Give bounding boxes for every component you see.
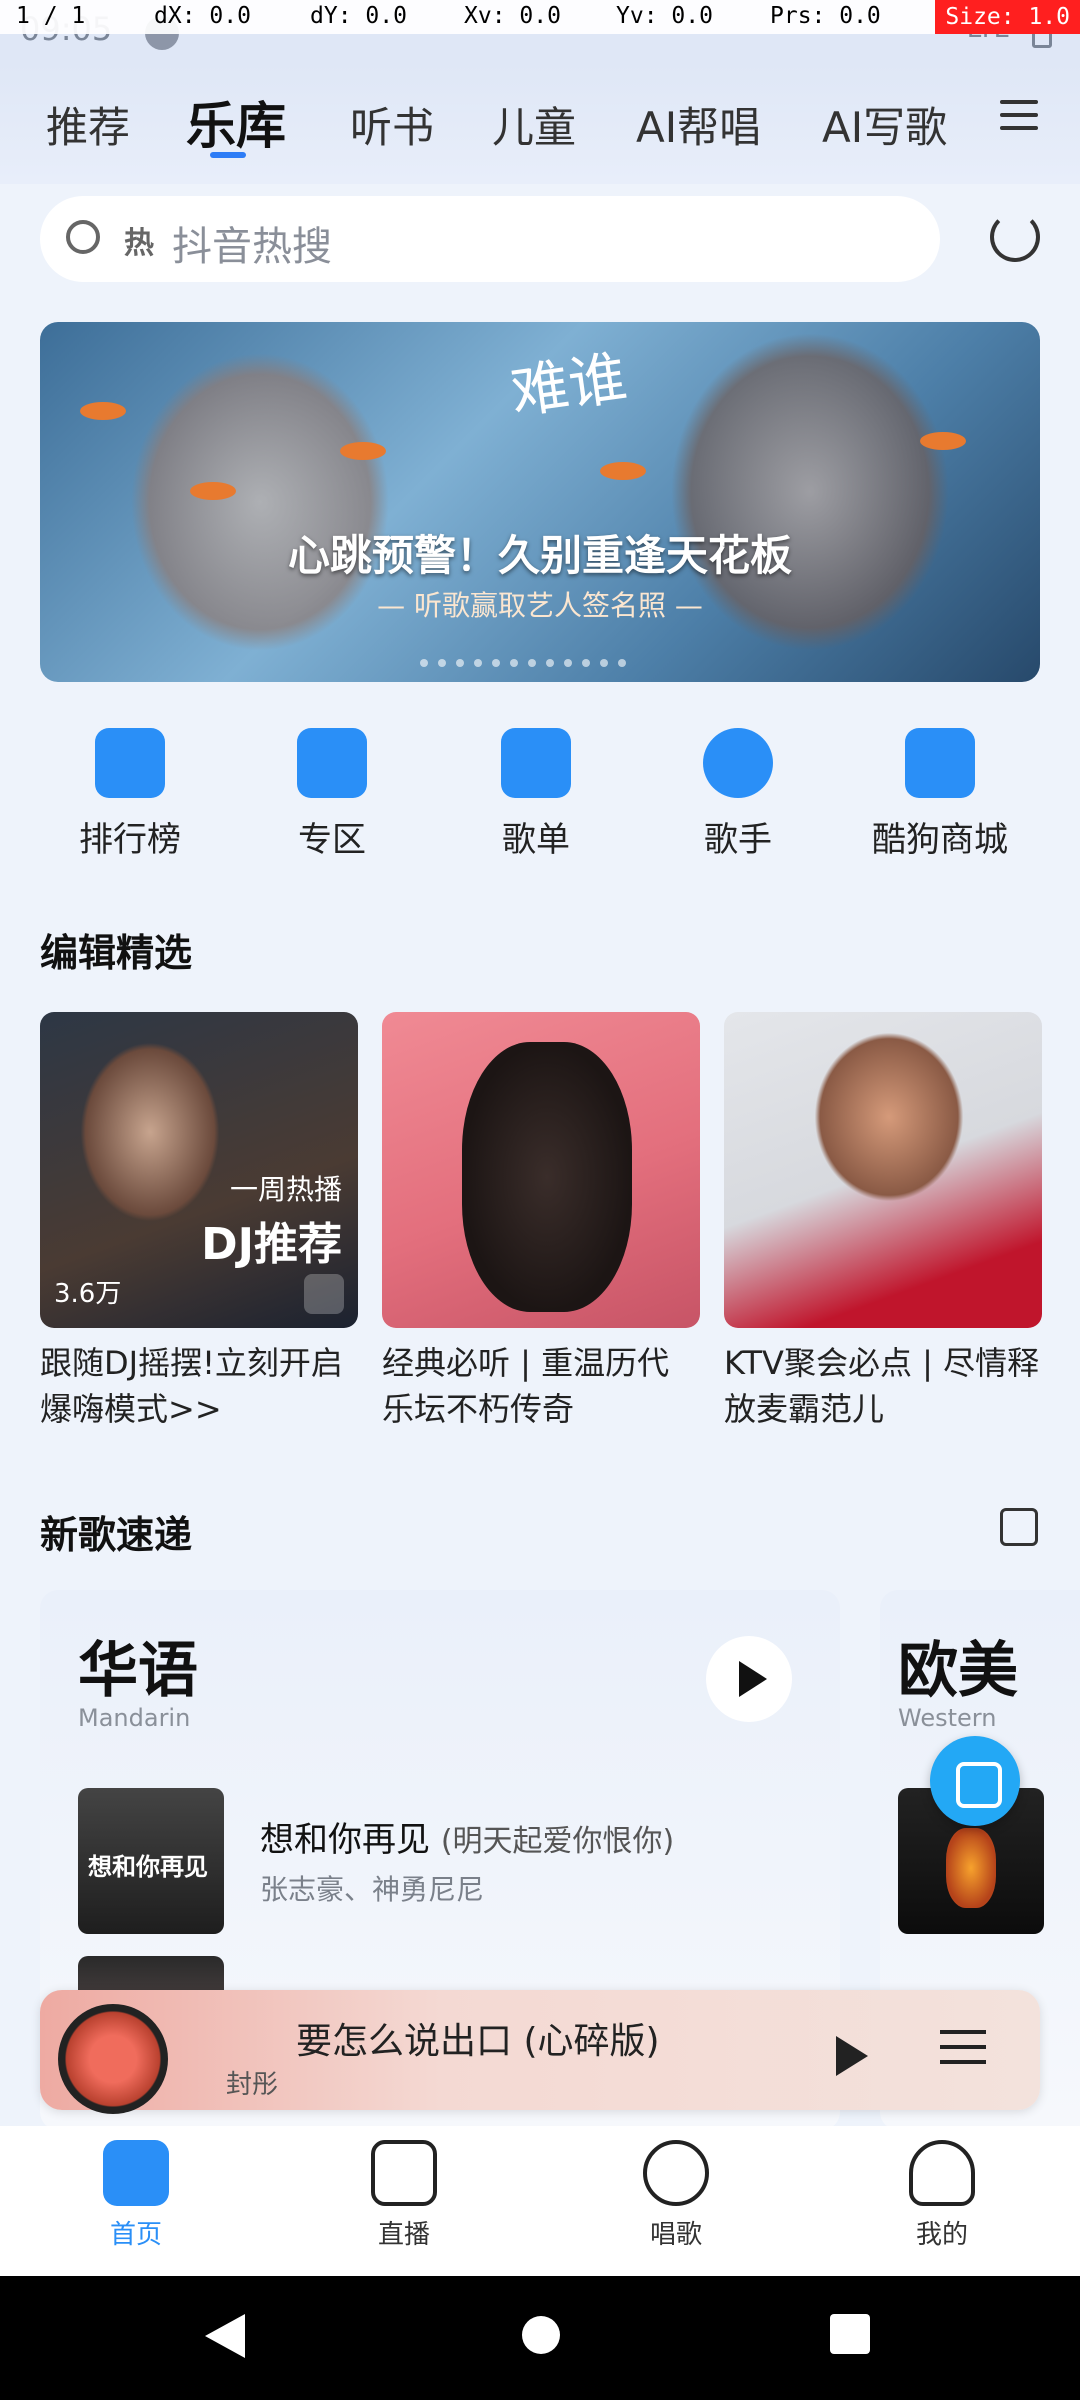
debug-xv: Xv: 0.0 xyxy=(464,3,561,29)
top-tab-bar: 推荐 乐库 听书 儿童 AI帮唱 AI写歌 xyxy=(0,64,1080,184)
goldfish-decoration xyxy=(920,432,966,450)
tab-ai-sing[interactable]: AI帮唱 xyxy=(636,94,761,155)
playlist-icon xyxy=(501,728,571,798)
playlist-cover xyxy=(724,1012,1042,1328)
playlist-cover xyxy=(382,1012,700,1328)
section-title-new-songs[interactable]: 新歌速递 xyxy=(40,1504,192,1559)
search-icon xyxy=(66,220,100,254)
song-artist: 张志豪、神勇尼尼 xyxy=(260,1873,485,1906)
home-icon xyxy=(103,2140,169,2206)
play-all-button[interactable] xyxy=(706,1636,792,1722)
cover-title: DJ推荐 xyxy=(201,1219,342,1270)
western-label: 欧美 xyxy=(898,1636,1018,1706)
nav-label: 唱歌 xyxy=(649,2220,702,2250)
hot-badge: 热 xyxy=(124,226,154,261)
shortcut-label: 歌单 xyxy=(502,820,570,860)
nav-profile[interactable]: 我的 xyxy=(872,2140,1012,2251)
back-icon[interactable] xyxy=(205,2314,245,2358)
banner-subline: — 听歌赢取艺人签名照 — xyxy=(377,589,703,622)
playlist-card[interactable]: KTV聚会必点 | 尽情释放麦霸范儿 xyxy=(724,1012,1042,1432)
debug-pointer: 1 / 1 xyxy=(16,3,86,29)
song-name: 想和你再见 xyxy=(260,1820,430,1860)
now-playing-cover[interactable] xyxy=(58,2004,168,2114)
shortcut-label: 酷狗商城 xyxy=(872,820,1008,860)
tab-ai-compose[interactable]: AI写歌 xyxy=(822,94,947,155)
goldfish-decoration xyxy=(80,402,126,420)
play-count: 3.6万 xyxy=(54,1279,122,1309)
home-button-icon[interactable] xyxy=(522,2316,560,2354)
singer-icon xyxy=(703,728,773,798)
western-sublabel: Western xyxy=(898,1704,997,1732)
playlist-queue-icon[interactable] xyxy=(940,2030,986,2070)
mandarin-sublabel: Mandarin xyxy=(78,1704,191,1732)
goldfish-decoration xyxy=(340,442,386,460)
grid-icon xyxy=(297,728,367,798)
shortcut-playlists[interactable]: 歌单 xyxy=(456,728,616,861)
shortcut-label: 歌手 xyxy=(704,820,772,860)
menu-icon[interactable] xyxy=(1000,100,1038,132)
kugou-mall-icon xyxy=(905,728,975,798)
playlist-title: 经典必听 | 重温历代乐坛不朽传奇 xyxy=(382,1344,670,1428)
pointer-location-overlay: 1 / 1 dX: 0.0 dY: 0.0 Xv: 0.0 Yv: 0.0 Pr… xyxy=(0,0,1080,34)
shortcut-singers[interactable]: 歌手 xyxy=(658,728,818,861)
banner-logo: 难谁 xyxy=(506,343,631,427)
shortcut-label: 专区 xyxy=(298,820,366,860)
banner-headline: 心跳预警！久别重逢天花板 xyxy=(287,531,792,580)
sing-icon xyxy=(643,2140,709,2206)
tab-recommend[interactable]: 推荐 xyxy=(46,94,130,155)
nav-label: 我的 xyxy=(915,2220,968,2250)
song-cover-text: 想和你再见 xyxy=(88,1853,208,1881)
playlist-card[interactable]: 一周热播 DJ推荐 3.6万 跟随DJ摇摆!立刻开启爆嗨模式>> xyxy=(40,1012,358,1432)
song-recognition-icon[interactable] xyxy=(930,1736,1020,1826)
tab-audiobooks[interactable]: 听书 xyxy=(350,94,434,155)
playlist-title: KTV聚会必点 | 尽情释放麦霸范儿 xyxy=(724,1344,1040,1428)
cover-person xyxy=(80,1042,220,1222)
live-icon xyxy=(371,2140,437,2206)
nav-home[interactable]: 首页 xyxy=(66,2140,206,2251)
debug-size: Size: 1.0 xyxy=(935,0,1080,34)
playlist-cover: 一周热播 DJ推荐 3.6万 xyxy=(40,1012,358,1328)
banner-pagination xyxy=(420,652,636,671)
debug-dx: dX: 0.0 xyxy=(154,3,251,29)
active-tab-indicator xyxy=(210,152,246,158)
nav-sing[interactable]: 唱歌 xyxy=(606,2140,746,2251)
promo-banner[interactable]: 难谁 心跳预警！久别重逢天花板 — 听歌赢取艺人签名照 — xyxy=(40,322,1040,682)
tab-kids[interactable]: 儿童 xyxy=(492,94,576,155)
play-icon[interactable] xyxy=(304,1274,344,1314)
shortcut-zones[interactable]: 专区 xyxy=(252,728,412,861)
arrow-icon[interactable] xyxy=(1000,1508,1038,1546)
debug-yv: Yv: 0.0 xyxy=(616,3,713,29)
debug-dy: dY: 0.0 xyxy=(310,3,407,29)
cover-person xyxy=(462,1042,632,1312)
now-playing-artist: 封彤 xyxy=(226,2070,279,2100)
profile-icon xyxy=(909,2140,975,2206)
playlist-card[interactable]: 经典必听 | 重温历代乐坛不朽传奇 xyxy=(382,1012,700,1432)
mandarin-label: 华语 xyxy=(78,1636,198,1706)
goldfish-decoration xyxy=(190,482,236,500)
now-playing-title: 要怎么说出口 (心碎版) xyxy=(296,2021,660,2062)
cover-person xyxy=(814,1032,964,1202)
goldfish-decoration xyxy=(600,462,646,480)
voice-search-icon[interactable] xyxy=(990,212,1040,262)
tab-music-library[interactable]: 乐库 xyxy=(186,86,286,158)
shortcut-kugou-mall[interactable]: 酷狗商城 xyxy=(860,728,1020,861)
trophy-icon xyxy=(95,728,165,798)
song-subtitle: (明天起爱你恨你) xyxy=(440,1824,675,1859)
shortcut-charts[interactable]: 排行榜 xyxy=(50,728,210,861)
play-icon[interactable] xyxy=(836,2036,868,2076)
playlist-title: 跟随DJ摇摆!立刻开启爆嗨模式>> xyxy=(40,1344,343,1428)
section-title-editor-picks[interactable]: 编辑精选 xyxy=(40,922,192,977)
song-cover[interactable]: 想和你再见 xyxy=(78,1788,224,1934)
debug-prs: Prs: 0.0 xyxy=(770,3,881,29)
cover-tag: 一周热播 xyxy=(229,1173,342,1206)
recents-icon[interactable] xyxy=(830,2314,870,2354)
nav-label: 直播 xyxy=(377,2220,430,2250)
song-title[interactable]: 想和你再见 (明天起爱你恨你) xyxy=(260,1812,674,1861)
nav-label: 首页 xyxy=(109,2220,162,2250)
search-placeholder: 抖音热搜 xyxy=(172,224,332,270)
shortcut-label: 排行榜 xyxy=(79,820,181,860)
search-bar[interactable]: 热 抖音热搜 xyxy=(40,196,940,282)
nav-live[interactable]: 直播 xyxy=(334,2140,474,2251)
